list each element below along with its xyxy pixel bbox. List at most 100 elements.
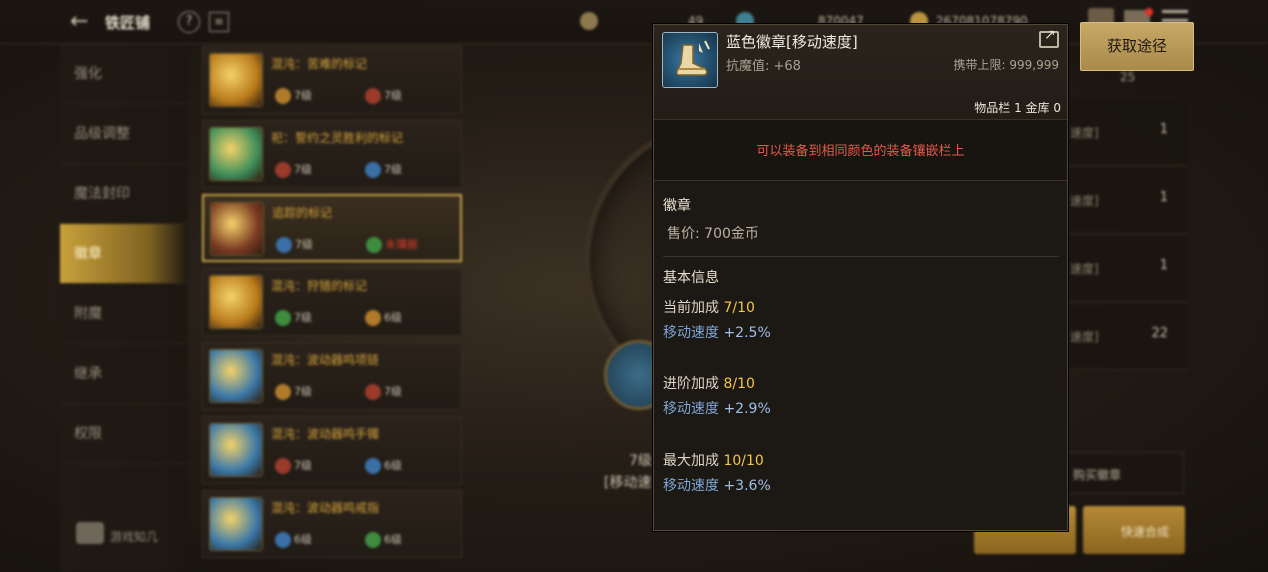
current-bonus-value: 7/10 (723, 300, 755, 316)
slot-level-text: 未镶嵌 (385, 238, 418, 251)
slot-level-text: 7级 (294, 311, 312, 324)
sidebar-item-permission[interactable]: 权限 (60, 404, 188, 464)
sidebar-item-enchant[interactable]: 附魔 (60, 284, 188, 344)
notification-dot (1145, 8, 1153, 16)
quick-synthesis-button[interactable]: 快速合成 (1083, 506, 1185, 554)
divider (663, 256, 1059, 257)
current-stat-value: +2.5% (723, 325, 771, 341)
slot-level-text: 6级 (384, 459, 402, 472)
advanced-bonus-label: 进阶加成 (663, 376, 719, 392)
advanced-bonus-line: 进阶加成 8/10 (663, 373, 755, 393)
emblem-item-card[interactable]: 混沌：波动器鸣项链 7级 7级 (202, 342, 462, 410)
max-stat-value: +3.6% (723, 478, 771, 494)
emblem-slot-level: 6级 (275, 531, 312, 548)
tooltip-header: 蓝色徽章[移动速度] 抗魔值: +68 携带上限: 999,999 物品栏 1 … (654, 25, 1067, 119)
sidebar-item-grade[interactable]: 品级调整 (60, 104, 188, 164)
buy-emblem-label: 购买徽章 (1073, 468, 1122, 482)
divider (654, 180, 1067, 181)
current-bonus-label: 当前加成 (663, 300, 719, 316)
slot-icon (365, 384, 381, 400)
emblem-slot-level: 7级 (275, 87, 312, 104)
tooltip-resist: 抗魔值: +68 (726, 59, 801, 74)
emblem-slot-level: 7级 (276, 236, 313, 253)
slot-icon (275, 458, 291, 474)
emblem-row-count: 1 (1159, 258, 1168, 273)
emblem-item-card[interactable]: 追踪的标记 7级 未镶嵌 (202, 194, 462, 262)
emblem-slot-level: 6级 (365, 531, 402, 548)
emblem-item-card[interactable]: 混沌：狩猎的标记 7级 6级 (202, 268, 462, 336)
sidebar: 强化 品级调整 魔法封印 徽章 附魔 继承 权限 (60, 44, 188, 572)
slot-icon (276, 237, 292, 253)
emblem-slot-level: 6级 (365, 457, 402, 474)
slot-icon (365, 458, 381, 474)
emblem-item-card[interactable]: 混沌：波动器鸣戒指 6级 6级 (202, 490, 462, 558)
emblem-item-name: 混沌：苦难的标记 (271, 57, 368, 71)
emblem-item-card[interactable]: 混沌：波动器鸣手镯 7级 6级 (202, 416, 462, 484)
emblem-slot-level: 7级 (365, 383, 402, 400)
emblem-slot-level: 7级 (275, 161, 312, 178)
slot-icon (365, 310, 381, 326)
emblem-row-count: 22 (1151, 326, 1168, 341)
emblem-row-count: 1 (1159, 122, 1168, 137)
emblem-slot-level: 7级 (275, 383, 312, 400)
sidebar-item-seal[interactable]: 魔法封印 (60, 164, 188, 224)
shop-title: 铁匠铺 (105, 14, 151, 32)
advanced-bonus-value: 8/10 (723, 376, 755, 392)
emblem-item-name: 混沌：波动器鸣手镯 (271, 427, 380, 441)
back-arrow-icon[interactable]: ← (70, 10, 94, 34)
slot-level-text: 6级 (384, 311, 402, 324)
slot-level-text: 7级 (295, 238, 313, 251)
item-tooltip: 蓝色徽章[移动速度] 抗魔值: +68 携带上限: 999,999 物品栏 1 … (653, 24, 1068, 531)
emblem-thumbnail-icon (209, 127, 263, 181)
slot-icon (275, 310, 291, 326)
max-stat-label: 移动速度 (663, 478, 719, 494)
emblem-count: 25 (1120, 70, 1136, 84)
sidebar-item-emblem[interactable]: 徽章 (60, 224, 188, 284)
max-bonus-line: 最大加成 10/10 (663, 450, 764, 470)
max-bonus-value: 10/10 (723, 453, 764, 469)
slot-level-text: 6级 (384, 533, 402, 546)
current-stat-line: 移动速度 +2.5% (663, 322, 771, 342)
emblem-item-list: 混沌：苦难的标记 7级 7级 祀：誓约之灵胜利的标记 7级 7级 追踪的标记 7级 未镶嵌 混沌：… (202, 46, 464, 572)
slot-icon (365, 162, 381, 178)
tooltip-warning-box: 可以装备到相同颜色的装备镶嵌栏上 (654, 120, 1067, 180)
slot-level-text: 7级 (294, 163, 312, 176)
emblem-slot-level: 7级 (275, 309, 312, 326)
emblem-slot-level: 6级 (365, 309, 402, 326)
current-stat-label: 移动速度 (663, 325, 719, 341)
slot-icon (275, 384, 291, 400)
emblem-thumbnail-icon (209, 423, 263, 477)
slot-level-text: 7级 (294, 89, 312, 102)
sidebar-item-inherit[interactable]: 继承 (60, 344, 188, 404)
slot-level-text: 7级 (384, 89, 402, 102)
emblem-item-card[interactable]: 混沌：苦难的标记 7级 7级 (202, 46, 462, 114)
slot-icon (365, 88, 381, 104)
currency-c-icon (580, 12, 598, 30)
quick-synthesis-label: 快速合成 (1121, 525, 1170, 539)
emblem-slot-level: 未镶嵌 (366, 236, 418, 253)
advanced-stat-value: +2.9% (723, 401, 771, 417)
slot-icon (275, 532, 291, 548)
emblem-thumbnail-icon (209, 53, 263, 107)
emblem-item-card[interactable]: 祀：誓约之灵胜利的标记 7级 7级 (202, 120, 462, 188)
basic-info-title: 基本信息 (663, 270, 719, 286)
share-icon[interactable] (1039, 27, 1059, 48)
max-stat-line: 移动速度 +3.6% (663, 475, 771, 495)
guide-book-icon[interactable]: ≡ (209, 12, 229, 32)
acquire-method-button[interactable]: 获取途径 (1080, 22, 1194, 71)
emblem-thumbnail-icon (210, 202, 264, 256)
emblem-slot-level: 7级 (365, 87, 402, 104)
emblem-row-tag: 速度] (1070, 262, 1099, 276)
emblem-subtitle: [移动速 (604, 475, 652, 491)
tooltip-category: 徽章 (663, 198, 691, 214)
emblem-item-name: 混沌：波动器鸣戒指 (271, 501, 380, 515)
emblem-row-count: 1 (1159, 190, 1168, 205)
emblem-row-tag: 速度] (1070, 126, 1099, 140)
current-bonus-line: 当前加成 7/10 (663, 297, 755, 317)
slot-level-text: 7级 (384, 385, 402, 398)
emblem-thumbnail-icon (209, 349, 263, 403)
emblem-row-tag: 速度] (1070, 194, 1099, 208)
emblem-level: 7级 (629, 453, 652, 469)
sidebar-item-enhance[interactable]: 强化 (60, 44, 188, 104)
help-icon[interactable]: ? (178, 11, 200, 33)
